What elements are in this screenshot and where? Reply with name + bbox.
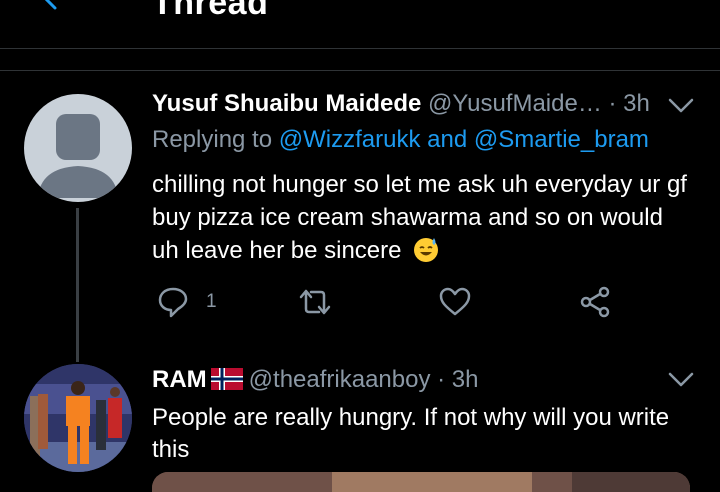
timestamp[interactable]: 3h [452, 366, 479, 393]
norway-flag-icon [210, 368, 243, 390]
thread-connector-line [76, 208, 79, 362]
sweat-smile-emoji [414, 238, 439, 262]
tweet-header: Yusuf Shuaibu Maidede @YusufMaide… · 3h [152, 90, 650, 118]
share-icon[interactable] [578, 285, 612, 319]
chevron-down-icon[interactable] [668, 372, 694, 388]
display-name[interactable]: RAM [152, 366, 207, 393]
reply-icon[interactable] [156, 285, 190, 319]
tweet-text: chilling not hunger so let me ask uh eve… [152, 168, 692, 267]
mention-link[interactable]: @Wizzfarukk [279, 126, 421, 153]
chevron-down-icon[interactable] [668, 98, 694, 114]
retweet-icon[interactable] [297, 285, 333, 319]
avatar[interactable] [24, 94, 132, 202]
replying-to: Replying to @Wizzfarukk and @Smartie_bra… [152, 126, 649, 154]
display-name[interactable]: Yusuf Shuaibu Maidede [152, 90, 421, 117]
tweet-media-preview[interactable] [152, 472, 690, 492]
reply-count: 1 [206, 291, 217, 312]
default-avatar-icon [38, 114, 118, 198]
header-divider [0, 48, 720, 49]
like-icon[interactable] [438, 285, 472, 319]
profile-photo [24, 364, 132, 472]
mention-link[interactable]: @Smartie_bram [474, 126, 649, 153]
timestamp[interactable]: 3h [623, 90, 650, 117]
thread-header: Thread [0, 0, 720, 48]
section-divider [0, 70, 720, 71]
replying-and: and [420, 126, 474, 153]
tweet-text: People are really hungry. If not why wil… [152, 404, 670, 463]
page-title: Thread [152, 0, 269, 22]
separator-dot: · [430, 366, 452, 393]
tweet-header: RAM @theafrikaanboy · 3h [152, 366, 479, 394]
separator-dot: · [601, 90, 624, 117]
replying-prefix: Replying to [152, 126, 279, 153]
handle[interactable]: @theafrikaanboy [249, 366, 431, 393]
handle[interactable]: @YusufMaide… [428, 90, 602, 117]
back-arrow-icon[interactable] [40, 0, 64, 10]
media-image [152, 472, 690, 492]
avatar[interactable] [24, 364, 132, 472]
tweet-actions: 1 [152, 285, 622, 319]
